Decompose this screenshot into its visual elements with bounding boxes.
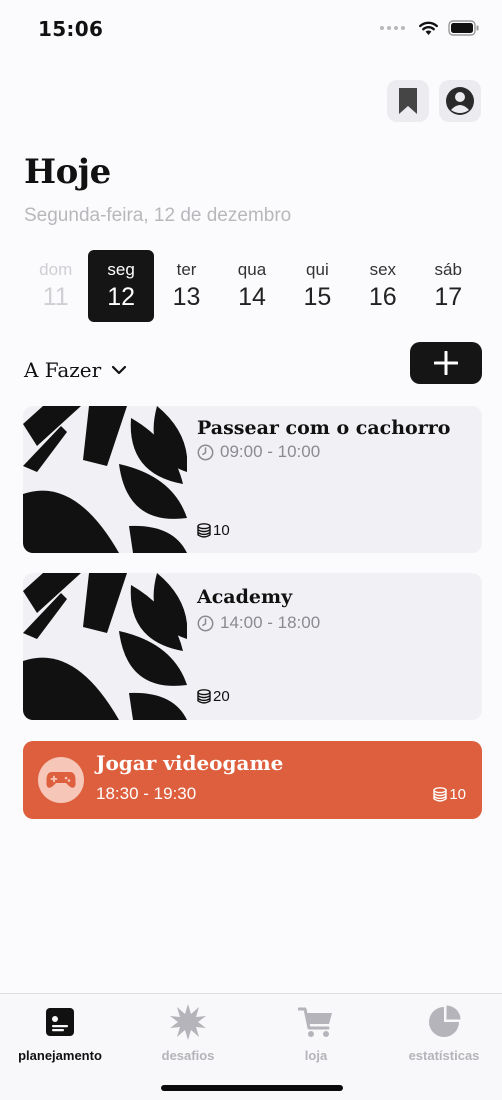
day-sun[interactable]: dom 11 (23, 250, 88, 322)
wifi-icon (419, 21, 438, 35)
pie-chart-icon (429, 1005, 461, 1037)
task-card[interactable]: Passear com o cachorro 09:00 - 10:00 10 (23, 406, 482, 553)
add-task-button[interactable] (410, 342, 482, 384)
chevron-down-icon (112, 365, 127, 375)
day-number: 17 (434, 283, 463, 311)
bookmark-icon (399, 88, 417, 114)
task-title: Academy (197, 586, 293, 608)
battery-icon (448, 20, 479, 36)
tab-loja[interactable]: loja (253, 1002, 379, 1063)
task-coins: 10 (197, 522, 230, 539)
tab-planejamento[interactable]: planejamento (0, 1002, 123, 1063)
page-subtitle: Segunda-feira, 12 de dezembro (24, 205, 292, 226)
gamepad-icon (46, 772, 76, 788)
tab-desafios[interactable]: desafios (125, 1002, 251, 1063)
day-sat[interactable]: sáb 17 (416, 250, 481, 322)
task-coins: 20 (197, 688, 230, 705)
status-bar: 15:06 (0, 0, 502, 58)
task-title: Passear com o cachorro (197, 417, 451, 439)
bookmark-button[interactable] (387, 80, 429, 122)
day-name: seg (107, 260, 135, 279)
signal-dots-icon (380, 26, 405, 30)
task-coins-value: 20 (213, 688, 230, 705)
day-name: sáb (434, 260, 462, 279)
task-coins-value: 10 (213, 522, 230, 539)
task-time: 09:00 - 10:00 (197, 442, 320, 462)
page-title: Hoje (24, 152, 111, 192)
day-name: dom (39, 260, 73, 279)
task-coins-value: 10 (449, 786, 466, 803)
tab-estatisticas[interactable]: estatísticas (381, 1002, 502, 1063)
task-artwork (23, 573, 187, 720)
day-tue[interactable]: ter 13 (154, 250, 219, 322)
week-selector: dom 11 seg 12 ter 13 qua 14 qui 15 sex 1… (23, 250, 481, 322)
day-number: 13 (172, 283, 201, 311)
coin-stack-icon (197, 523, 211, 538)
home-indicator (161, 1085, 343, 1091)
day-thu[interactable]: qui 15 (285, 250, 350, 322)
tab-bar: planejamento desafios loja estatísticas (0, 993, 502, 1100)
day-number: 14 (238, 283, 266, 311)
day-number: 16 (368, 283, 397, 311)
cart-icon (298, 1007, 332, 1037)
tab-label: desafios (161, 1048, 215, 1063)
task-time-text: 18:30 - 19:30 (96, 784, 197, 803)
day-name: sex (369, 260, 397, 279)
profile-button[interactable] (439, 80, 481, 122)
day-number: 12 (107, 283, 136, 311)
task-artwork (23, 406, 187, 553)
task-time-text: 09:00 - 10:00 (220, 442, 321, 461)
section-label: A Fazer (24, 358, 102, 382)
task-card[interactable]: Academy 14:00 - 18:00 20 (23, 573, 482, 720)
task-coins: 10 (433, 786, 466, 803)
starburst-icon (170, 1004, 206, 1040)
day-name: qua (237, 260, 267, 279)
task-avatar (38, 757, 84, 803)
status-icons (380, 20, 480, 36)
tab-label: loja (304, 1048, 328, 1063)
day-name: qui (306, 260, 329, 279)
task-time: 14:00 - 18:00 (197, 613, 320, 633)
task-title: Jogar videogame (96, 751, 284, 775)
day-number: 15 (303, 283, 332, 311)
coin-stack-icon (197, 689, 211, 704)
highlight-task-card[interactable]: Jogar videogame 18:30 - 19:30 10 (23, 741, 482, 819)
tab-label: estatísticas (408, 1048, 480, 1063)
tab-label: planejamento (18, 1048, 102, 1063)
day-mon[interactable]: seg 12 (88, 250, 154, 322)
planner-icon (46, 1008, 74, 1036)
coin-stack-icon (433, 787, 448, 802)
profile-icon (446, 87, 474, 115)
clock-icon (197, 444, 214, 460)
day-wed[interactable]: qua 14 (219, 250, 284, 322)
todo-filter-dropdown[interactable]: A Fazer (24, 358, 127, 382)
day-fri[interactable]: sex 16 (350, 250, 415, 322)
task-time-text: 14:00 - 18:00 (220, 613, 321, 632)
clock-icon (197, 615, 214, 631)
day-number: 11 (42, 283, 69, 311)
day-name: ter (176, 260, 197, 279)
plus-icon (434, 351, 458, 375)
status-time: 15:06 (38, 17, 104, 41)
